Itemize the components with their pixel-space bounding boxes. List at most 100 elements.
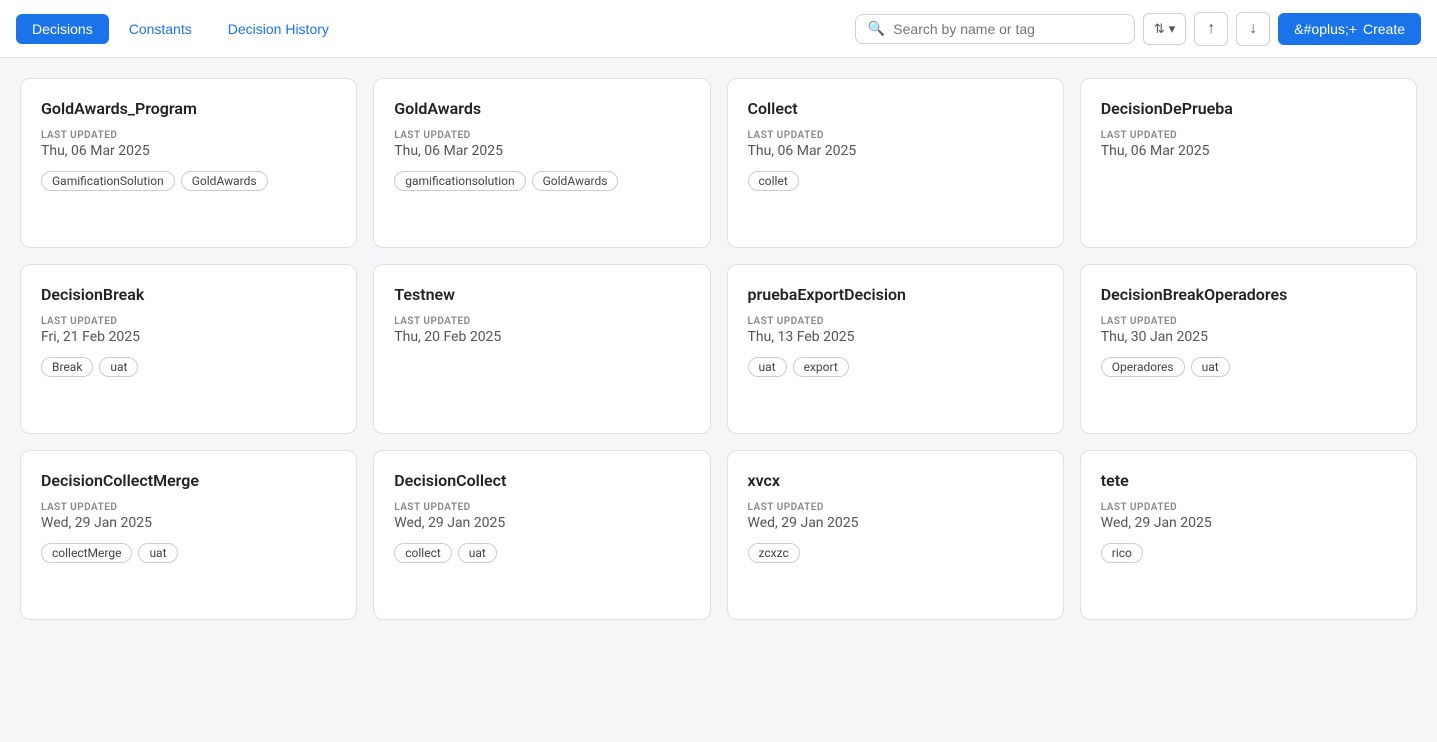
card-meta: LAST UPDATED Thu, 30 Jan 2025 xyxy=(1101,316,1396,345)
card-tags: collectMerge uat xyxy=(41,543,336,563)
card-tags: collect uat xyxy=(394,543,689,563)
last-updated-date: Wed, 29 Jan 2025 xyxy=(41,515,336,531)
card-title: Testnew xyxy=(394,285,689,304)
tag[interactable]: zcxzc xyxy=(748,543,800,563)
decision-card[interactable]: tete LAST UPDATED Wed, 29 Jan 2025 rico xyxy=(1080,450,1417,620)
last-updated-date: Thu, 06 Mar 2025 xyxy=(1101,143,1396,159)
card-tags: zcxzc xyxy=(748,543,1043,563)
card-meta: LAST UPDATED Thu, 13 Feb 2025 xyxy=(748,316,1043,345)
last-updated-date: Wed, 29 Jan 2025 xyxy=(1101,515,1396,531)
decision-card[interactable]: GoldAwards LAST UPDATED Thu, 06 Mar 2025 ga… xyxy=(373,78,710,248)
last-updated-label: LAST UPDATED xyxy=(394,130,689,141)
last-updated-label: LAST UPDATED xyxy=(1101,130,1396,141)
card-meta: LAST UPDATEDWed, 29 Jan 2025 xyxy=(41,502,336,531)
last-updated-label: LAST UPDATED xyxy=(41,130,336,141)
tag[interactable]: uat xyxy=(99,357,138,377)
card-title: DecisionBreakOperadores xyxy=(1101,285,1396,304)
tag[interactable]: gamificationsolution xyxy=(394,171,525,191)
tab-history[interactable]: Decision History xyxy=(212,14,345,44)
tag[interactable]: GoldAwards xyxy=(181,171,268,191)
card-meta: LAST UPDATED Thu, 06 Mar 2025 xyxy=(748,130,1043,159)
search-bar: 🔍 xyxy=(855,14,1135,44)
tag[interactable]: collect xyxy=(394,543,452,563)
card-title: GoldAwards xyxy=(394,99,689,118)
card-title: Collect xyxy=(748,99,1043,118)
card-tags: collet xyxy=(748,171,1043,191)
last-updated-date: Wed, 29 Jan 2025 xyxy=(394,515,689,531)
last-updated-label: LAST UPDATED xyxy=(748,502,1043,513)
create-button[interactable]: &#oplus;+ Create xyxy=(1278,13,1421,45)
tag[interactable]: GamificationSolution xyxy=(41,171,175,191)
header: Decisions Constants Decision History 🔍 ⇅… xyxy=(0,0,1437,58)
card-tags: rico xyxy=(1101,543,1396,563)
last-updated-label: LAST UPDATED xyxy=(41,316,336,327)
last-updated-date: Fri, 21 Feb 2025 xyxy=(41,329,336,345)
decision-card[interactable]: DecisionCollect LAST UPDATED Wed, 29 Jan 2… xyxy=(373,450,710,620)
decision-card[interactable]: DecisionBreak LAST UPDATED Fri, 21 Feb 202… xyxy=(20,264,357,434)
card-meta: LAST UPDATED Thu, 06 Mar 2025 xyxy=(1101,130,1396,159)
tag[interactable]: collet xyxy=(748,171,799,191)
last-updated-date: Thu, 06 Mar 2025 xyxy=(748,143,1043,159)
last-updated-label: LAST UPDATED xyxy=(394,316,689,327)
last-updated-date: Thu, 30 Jan 2025 xyxy=(1101,329,1396,345)
decision-card[interactable]: Collect LAST UPDATED Thu, 06 Mar 2025 colle… xyxy=(727,78,1064,248)
card-title: DecisionBreak xyxy=(41,285,336,304)
search-input[interactable] xyxy=(893,21,1122,37)
main-content: GoldAwards_ProgramLAST UPDATEDThu, 06 Ma… xyxy=(0,58,1437,640)
last-updated-date: Wed, 29 Jan 2025 xyxy=(748,515,1043,531)
card-meta: LAST UPDATEDThu, 06 Mar 2025 xyxy=(41,130,336,159)
sort-arrows-icon: ⇅ xyxy=(1154,21,1165,37)
tag[interactable]: Operadores xyxy=(1101,357,1185,377)
tag[interactable]: GoldAwards xyxy=(532,171,619,191)
card-tags: uat export xyxy=(748,357,1043,377)
card-tags: Break uat xyxy=(41,357,336,377)
card-title: DecisionCollect xyxy=(394,471,689,490)
tag[interactable]: Break xyxy=(41,357,93,377)
download-button[interactable]: ↓ xyxy=(1236,12,1270,46)
last-updated-label: LAST UPDATED xyxy=(1101,316,1396,327)
sort-button[interactable]: ⇅ ▾ xyxy=(1143,13,1186,45)
upload-button[interactable]: ↑ xyxy=(1194,12,1228,46)
decision-card[interactable]: GoldAwards_ProgramLAST UPDATEDThu, 06 Ma… xyxy=(20,78,357,248)
last-updated-label: LAST UPDATED xyxy=(1101,502,1396,513)
decision-card[interactable]: DecisionCollectMerge LAST UPDATEDWed, 29 … xyxy=(20,450,357,620)
card-meta: LAST UPDATED Fri, 21 Feb 2025 xyxy=(41,316,336,345)
search-icon: 🔍 xyxy=(868,21,885,37)
tag[interactable]: uat xyxy=(748,357,787,377)
card-meta: LAST UPDATED Thu, 06 Mar 2025 xyxy=(394,130,689,159)
tag[interactable]: export xyxy=(793,357,849,377)
card-meta: LAST UPDATED Thu, 20 Feb 2025 xyxy=(394,316,689,345)
download-icon: ↓ xyxy=(1249,20,1257,38)
last-updated-label: LAST UPDATED xyxy=(394,502,689,513)
card-tags: Operadores uat xyxy=(1101,357,1396,377)
card-title: DecisionDePrueba xyxy=(1101,99,1396,118)
tag[interactable]: uat xyxy=(1191,357,1230,377)
last-updated-date: Thu, 20 Feb 2025 xyxy=(394,329,689,345)
card-tags: gamificationsolution GoldAwards xyxy=(394,171,689,191)
tag[interactable]: uat xyxy=(458,543,497,563)
tag[interactable]: collectMerge xyxy=(41,543,132,563)
card-meta: LAST UPDATED Wed, 29 Jan 2025 xyxy=(394,502,689,531)
tag[interactable]: rico xyxy=(1101,543,1143,563)
decision-card[interactable]: xvcxLAST UPDATEDWed, 29 Jan 2025zcxzc xyxy=(727,450,1064,620)
sort-dropdown-icon: ▾ xyxy=(1169,21,1176,37)
card-meta: LAST UPDATED Wed, 29 Jan 2025 xyxy=(1101,502,1396,531)
decision-card[interactable]: DecisionDePrueba LAST UPDATED Thu, 06 Mar … xyxy=(1080,78,1417,248)
last-updated-date: Thu, 13 Feb 2025 xyxy=(748,329,1043,345)
decisions-grid: GoldAwards_ProgramLAST UPDATEDThu, 06 Ma… xyxy=(20,78,1417,620)
last-updated-date: Thu, 06 Mar 2025 xyxy=(394,143,689,159)
decision-card[interactable]: pruebaExportDecision LAST UPDATED Thu, 13 … xyxy=(727,264,1064,434)
card-title: tete xyxy=(1101,471,1396,490)
tag[interactable]: uat xyxy=(138,543,177,563)
card-title: pruebaExportDecision xyxy=(748,285,1043,304)
decision-card[interactable]: Testnew LAST UPDATED Thu, 20 Feb 2025 xyxy=(373,264,710,434)
tab-decisions[interactable]: Decisions xyxy=(16,14,109,44)
tab-bar: Decisions Constants Decision History xyxy=(16,14,345,44)
card-meta: LAST UPDATED Wed, 29 Jan 2025 xyxy=(748,502,1043,531)
last-updated-label: LAST UPDATED xyxy=(748,316,1043,327)
last-updated-label: LAST UPDATED xyxy=(748,130,1043,141)
tab-constants[interactable]: Constants xyxy=(113,14,208,44)
plus-icon: &#oplus;+ xyxy=(1294,21,1357,37)
decision-card[interactable]: DecisionBreakOperadores LAST UPDATED Thu, … xyxy=(1080,264,1417,434)
card-title: DecisionCollectMerge xyxy=(41,471,336,490)
